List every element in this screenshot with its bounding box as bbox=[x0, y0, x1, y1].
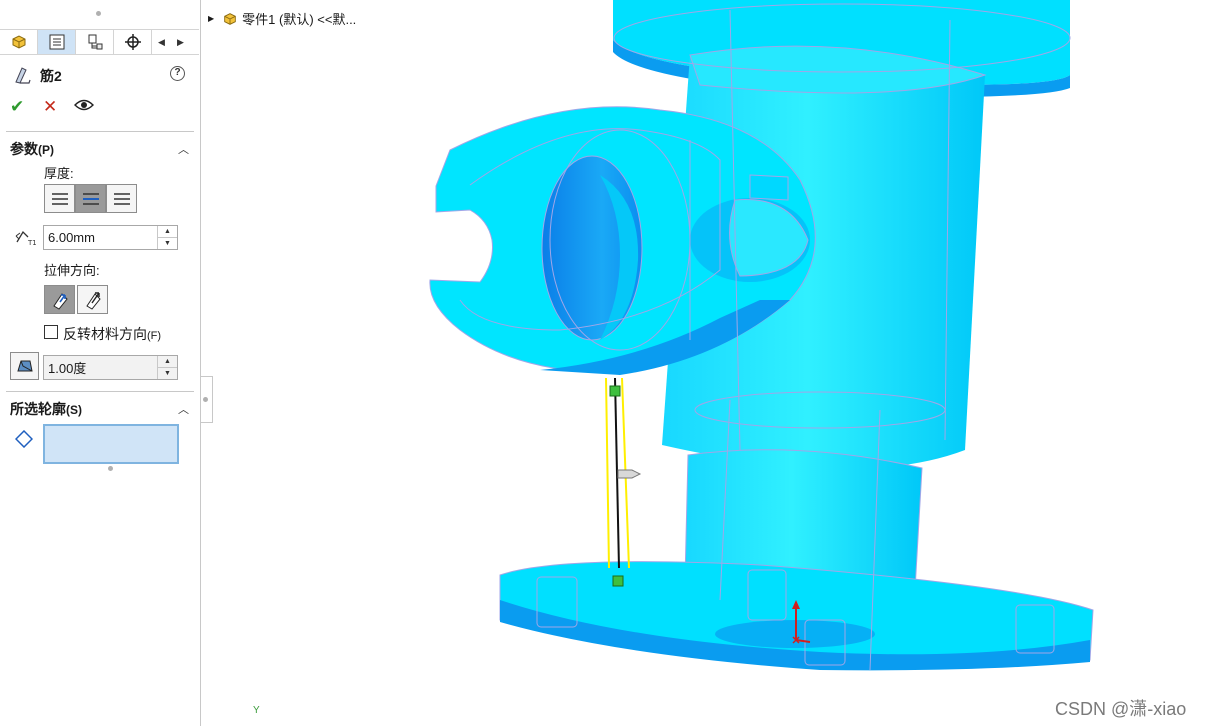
thickness-second-side-button[interactable] bbox=[106, 184, 137, 213]
manager-tabs: ◀ ▶ bbox=[0, 29, 199, 55]
draft-icon bbox=[16, 360, 33, 372]
thickness-input[interactable]: 6.00mm ▲ ▼ bbox=[43, 225, 178, 250]
normal-to-sketch-icon bbox=[85, 291, 101, 310]
ok-button[interactable]: ✔ bbox=[10, 97, 24, 117]
collapse-parameters-chevron-icon[interactable]: ︿ bbox=[178, 141, 189, 157]
collapse-contours-chevron-icon[interactable]: ︿ bbox=[178, 401, 189, 417]
flip-material-label[interactable]: 反转材料方向(F) bbox=[63, 324, 161, 344]
divider bbox=[6, 131, 194, 132]
watermark-text: CSDN @潇-xiao bbox=[1055, 699, 1187, 719]
view-axis-y-label: Y bbox=[253, 705, 260, 716]
tab-dimxpert-manager[interactable] bbox=[114, 30, 152, 54]
thickness-first-side-button[interactable] bbox=[44, 184, 75, 213]
parameters-group-title[interactable]: 参数(P) bbox=[10, 139, 54, 159]
draft-down-icon[interactable]: ▼ bbox=[158, 368, 177, 379]
selected-contours-list[interactable] bbox=[43, 424, 179, 464]
boss-tab bbox=[749, 174, 789, 201]
extrusion-direction-options bbox=[44, 285, 108, 314]
property-manager-panel: ◀ ▶ 筋2 ? ✔ ✕ 参数(P) ︿ 厚度: T1 6.00mm ▲ ▼ 拉伸… bbox=[0, 0, 201, 726]
cancel-button[interactable]: ✕ bbox=[43, 97, 57, 117]
parallel-to-sketch-icon bbox=[52, 292, 68, 310]
thickness-up-icon[interactable]: ▲ bbox=[158, 226, 177, 238]
normal-to-sketch-button[interactable] bbox=[77, 285, 108, 314]
rib-feature-icon bbox=[15, 67, 31, 84]
help-icon[interactable]: ? bbox=[170, 66, 185, 81]
draft-toggle-button[interactable] bbox=[10, 352, 39, 380]
preview-eye-icon[interactable] bbox=[74, 97, 94, 117]
thickness-options bbox=[44, 184, 137, 213]
configuration-icon bbox=[88, 34, 102, 50]
thickness-dimension-icon: T1 bbox=[15, 230, 36, 246]
parallel-to-sketch-button[interactable] bbox=[44, 285, 75, 314]
svg-text:T1: T1 bbox=[27, 239, 36, 246]
tab-property-manager[interactable] bbox=[38, 30, 76, 54]
flip-material-checkbox[interactable] bbox=[44, 325, 58, 339]
graphics-viewport[interactable]: ▶ 零件1 (默认) <<默... bbox=[202, 0, 1219, 726]
feature-title: 筋2 bbox=[40, 68, 62, 84]
part-cube-icon bbox=[224, 12, 236, 25]
thickness-first-side-icon bbox=[51, 192, 68, 205]
tab-configuration-manager[interactable] bbox=[76, 30, 114, 54]
part-cube-icon bbox=[12, 35, 25, 49]
draft-angle-input[interactable]: 1.00度 ▲ ▼ bbox=[43, 355, 178, 380]
rib-sketch-preview[interactable] bbox=[605, 377, 642, 587]
thickness-both-sides-button[interactable] bbox=[75, 184, 106, 213]
tab-feature-manager[interactable] bbox=[0, 30, 38, 54]
expand-arrow-icon[interactable]: ▶ bbox=[208, 14, 214, 23]
panel-grip-icon[interactable] bbox=[96, 11, 101, 16]
property-list-icon bbox=[49, 34, 64, 50]
feature-tree-root[interactable]: ▶ 零件1 (默认) <<默... bbox=[208, 9, 356, 28]
draft-angle-value[interactable]: 1.00度 bbox=[44, 358, 157, 377]
crosshair-icon bbox=[124, 34, 141, 50]
part-name-label[interactable]: 零件1 (默认) <<默... bbox=[242, 9, 356, 28]
thickness-second-side-icon bbox=[113, 192, 130, 205]
tabs-scroll-right-icon[interactable]: ▶ bbox=[171, 30, 190, 54]
draft-up-icon[interactable]: ▲ bbox=[158, 356, 177, 368]
divider bbox=[6, 391, 194, 392]
selected-contours-group-title[interactable]: 所选轮廓(S) bbox=[10, 399, 82, 419]
extrusion-direction-label: 拉伸方向: bbox=[44, 263, 100, 278]
contour-diamond-icon bbox=[15, 430, 33, 448]
thickness-value[interactable]: 6.00mm bbox=[44, 230, 157, 245]
thickness-label: 厚度: bbox=[44, 166, 74, 181]
tabs-scroll-left-icon[interactable]: ◀ bbox=[152, 30, 171, 54]
thickness-down-icon[interactable]: ▼ bbox=[158, 238, 177, 249]
list-resize-grip-icon[interactable] bbox=[108, 466, 113, 471]
thickness-both-sides-icon bbox=[82, 192, 99, 205]
part-model[interactable] bbox=[202, 0, 1219, 726]
